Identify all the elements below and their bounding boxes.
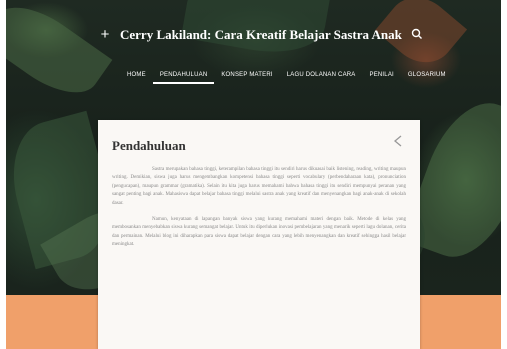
- site-title[interactable]: Cerry Lakiland: Cara Kreatif Belajar Sas…: [120, 27, 402, 43]
- foliage-shape: [6, 0, 113, 109]
- share-icon[interactable]: [392, 134, 404, 148]
- main-nav: Home Pendahuluan Konsep Materi Lagu Dola…: [120, 70, 453, 84]
- post-paragraph: Sastra merupakan bahasa tinggi, keteramp…: [112, 167, 406, 206]
- nav-item-konsep-materi[interactable]: Konsep Materi: [214, 70, 279, 84]
- search-icon[interactable]: [410, 27, 424, 41]
- nav-item-lagu-dolanan[interactable]: Lagu Dolanan Cara: [280, 70, 363, 84]
- nav-item-penilai[interactable]: Penilai: [363, 70, 401, 84]
- nav-item-pendahuluan[interactable]: Pendahuluan: [152, 70, 215, 84]
- post-paragraph: Namun, kenyataan di lapangan banyak sisw…: [112, 217, 406, 248]
- nav-item-home[interactable]: Home: [120, 70, 153, 84]
- post-card: Pendahuluan Sastra merupakan bahasa ting…: [98, 120, 420, 349]
- post-title: Pendahuluan: [112, 138, 186, 153]
- site-header: + Cerry Lakiland: Cara Kreatif Belajar S…: [6, 22, 501, 52]
- plus-icon[interactable]: +: [98, 27, 112, 42]
- nav-item-glosarium[interactable]: Glosarium: [401, 70, 453, 84]
